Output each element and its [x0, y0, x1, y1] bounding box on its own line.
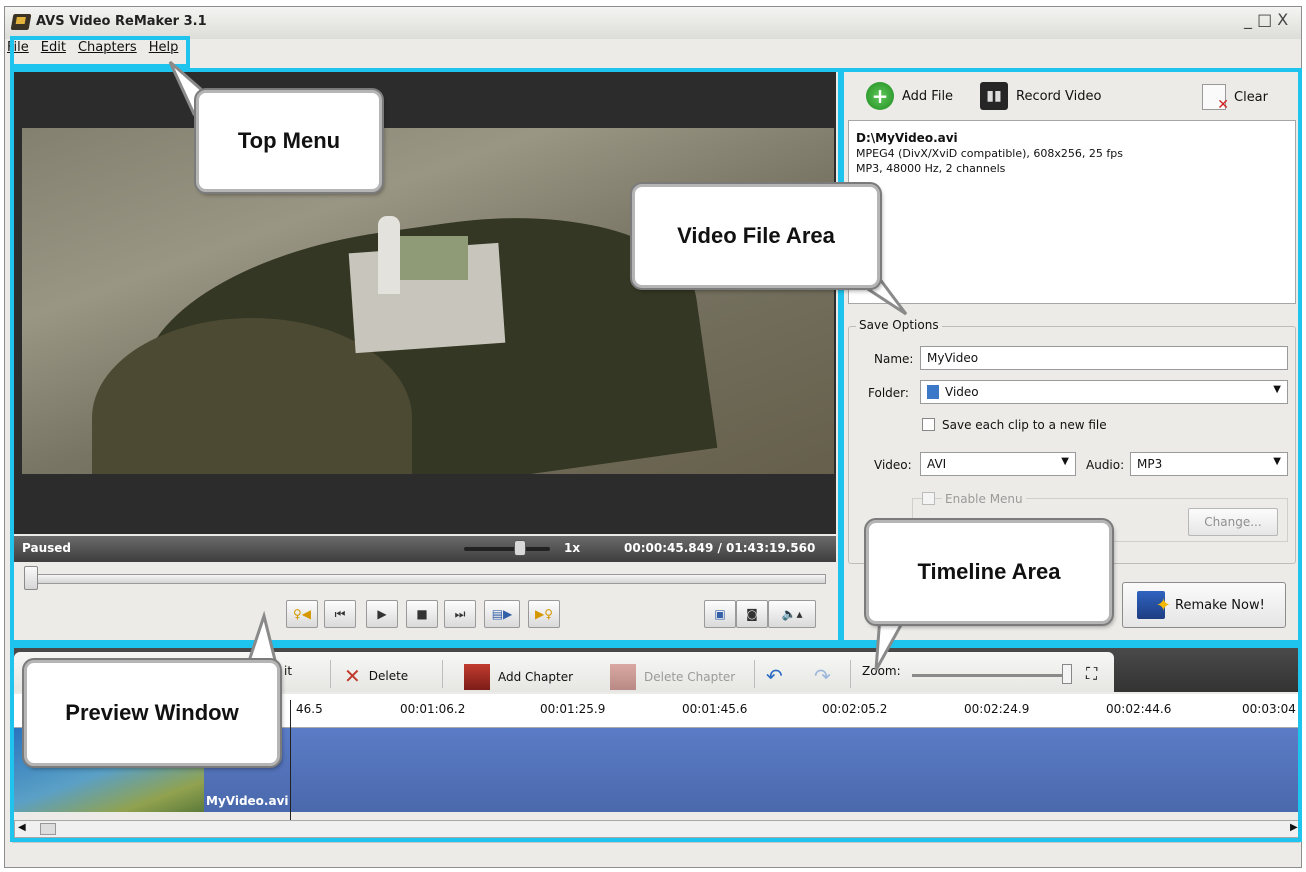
window-controls[interactable]: _ □ X: [1244, 10, 1288, 29]
window-title: AVS Video ReMaker 3.1: [36, 14, 207, 29]
timeline-area-callout: Timeline Area: [866, 520, 1112, 624]
status-bar: [12, 842, 1300, 866]
app-icon: [10, 14, 32, 30]
preview-window-highlight: [10, 68, 842, 644]
top-menu-callout: Top Menu: [196, 90, 382, 192]
preview-window-callout: Preview Window: [24, 660, 280, 766]
video-file-area-callout: Video File Area: [632, 184, 880, 288]
